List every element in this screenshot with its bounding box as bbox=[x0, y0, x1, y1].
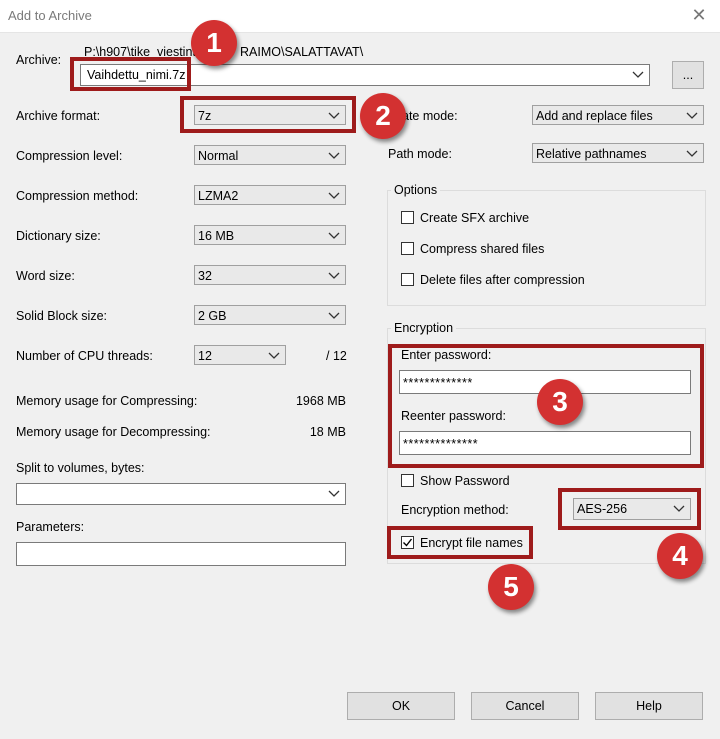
help-button[interactable]: Help bbox=[595, 692, 703, 720]
sfx-label: Create SFX archive bbox=[420, 211, 530, 225]
annotation-badge-3: 3 bbox=[537, 379, 583, 425]
annotation-box-encrypt-names bbox=[387, 526, 533, 559]
mem-decompress-label: Memory usage for Decompressing: bbox=[16, 425, 211, 439]
show-password-label: Show Password bbox=[420, 474, 510, 488]
parameters-input[interactable] bbox=[16, 542, 346, 566]
mem-compress-value: 1968 MB bbox=[295, 394, 346, 408]
chevron-down-icon[interactable] bbox=[328, 186, 342, 204]
cancel-button[interactable]: Cancel bbox=[471, 692, 579, 720]
split-label: Split to volumes, bytes: bbox=[16, 461, 145, 475]
title-bar: Add to Archive ✕ bbox=[0, 0, 720, 33]
annotation-badge-2: 2 bbox=[360, 93, 406, 139]
split-volumes-combo[interactable] bbox=[16, 483, 346, 505]
options-title: Options bbox=[391, 183, 441, 197]
shared-checkbox[interactable] bbox=[401, 242, 414, 255]
chevron-down-icon[interactable] bbox=[328, 266, 342, 284]
archive-format-label: Archive format: bbox=[16, 109, 101, 123]
chevron-down-icon[interactable] bbox=[328, 226, 342, 244]
chevron-down-icon[interactable] bbox=[328, 306, 342, 324]
chevron-down-icon[interactable] bbox=[686, 144, 700, 162]
annotation-badge-1: 1 bbox=[191, 20, 237, 66]
mem-decompress-value: 18 MB bbox=[309, 425, 346, 439]
archive-path-tail: RAIMO\SALATTAVAT\ bbox=[240, 45, 364, 59]
chevron-down-icon[interactable] bbox=[632, 65, 646, 83]
word-size-label: Word size: bbox=[16, 269, 75, 283]
shared-label: Compress shared files bbox=[420, 242, 545, 256]
delete-after-checkbox[interactable] bbox=[401, 273, 414, 286]
browse-button[interactable]: ... bbox=[672, 61, 704, 89]
ok-button[interactable]: OK bbox=[347, 692, 455, 720]
annotation-box-method bbox=[558, 488, 701, 530]
chevron-down-icon[interactable] bbox=[328, 146, 342, 164]
word-size-value: 32 bbox=[198, 269, 212, 283]
window-title: Add to Archive bbox=[8, 8, 92, 23]
archive-label: Archive: bbox=[16, 53, 62, 67]
dictionary-size-value: 16 MB bbox=[198, 229, 235, 243]
solid-block-select[interactable]: 2 GB bbox=[194, 305, 346, 325]
chevron-down-icon[interactable] bbox=[268, 346, 282, 364]
encryption-title: Encryption bbox=[391, 321, 457, 335]
annotation-badge-5: 5 bbox=[488, 564, 534, 610]
update-mode-label: ate mode: bbox=[402, 109, 458, 123]
compression-level-value: Normal bbox=[198, 149, 239, 163]
compression-level-select[interactable]: Normal bbox=[194, 145, 346, 165]
dictionary-size-select[interactable]: 16 MB bbox=[194, 225, 346, 245]
encryption-method-label: Encryption method: bbox=[401, 503, 509, 517]
annotation-box-archive bbox=[70, 57, 191, 91]
cpu-threads-max: / 12 bbox=[326, 349, 347, 363]
path-mode-value: Relative pathnames bbox=[536, 147, 647, 161]
parameters-label: Parameters: bbox=[16, 520, 85, 534]
compression-level-label: Compression level: bbox=[16, 149, 123, 163]
close-icon[interactable]: ✕ bbox=[686, 2, 712, 28]
chevron-down-icon[interactable] bbox=[328, 484, 342, 502]
cpu-threads-value: 12 bbox=[198, 349, 212, 363]
path-mode-label: Path mode: bbox=[388, 147, 452, 161]
dictionary-size-label: Dictionary size: bbox=[16, 229, 101, 243]
path-mode-select[interactable]: Relative pathnames bbox=[532, 143, 704, 163]
mem-compress-label: Memory usage for Compressing: bbox=[16, 394, 198, 408]
compression-method-value: LZMA2 bbox=[198, 189, 239, 203]
solid-block-label: Solid Block size: bbox=[16, 309, 108, 323]
show-password-checkbox[interactable] bbox=[401, 474, 414, 487]
sfx-checkbox[interactable] bbox=[401, 211, 414, 224]
compression-method-select[interactable]: LZMA2 bbox=[194, 185, 346, 205]
cpu-threads-label: Number of CPU threads: bbox=[16, 349, 153, 363]
annotation-box-format bbox=[180, 96, 356, 133]
update-mode-select[interactable]: Add and replace files bbox=[532, 105, 704, 125]
cpu-threads-select[interactable]: 12 bbox=[194, 345, 286, 365]
solid-block-value: 2 GB bbox=[198, 309, 227, 323]
annotation-badge-4: 4 bbox=[657, 533, 703, 579]
chevron-down-icon[interactable] bbox=[686, 106, 700, 124]
word-size-select[interactable]: 32 bbox=[194, 265, 346, 285]
delete-after-label: Delete files after compression bbox=[420, 273, 585, 287]
compression-method-label: Compression method: bbox=[16, 189, 139, 203]
update-mode-value: Add and replace files bbox=[536, 109, 653, 123]
